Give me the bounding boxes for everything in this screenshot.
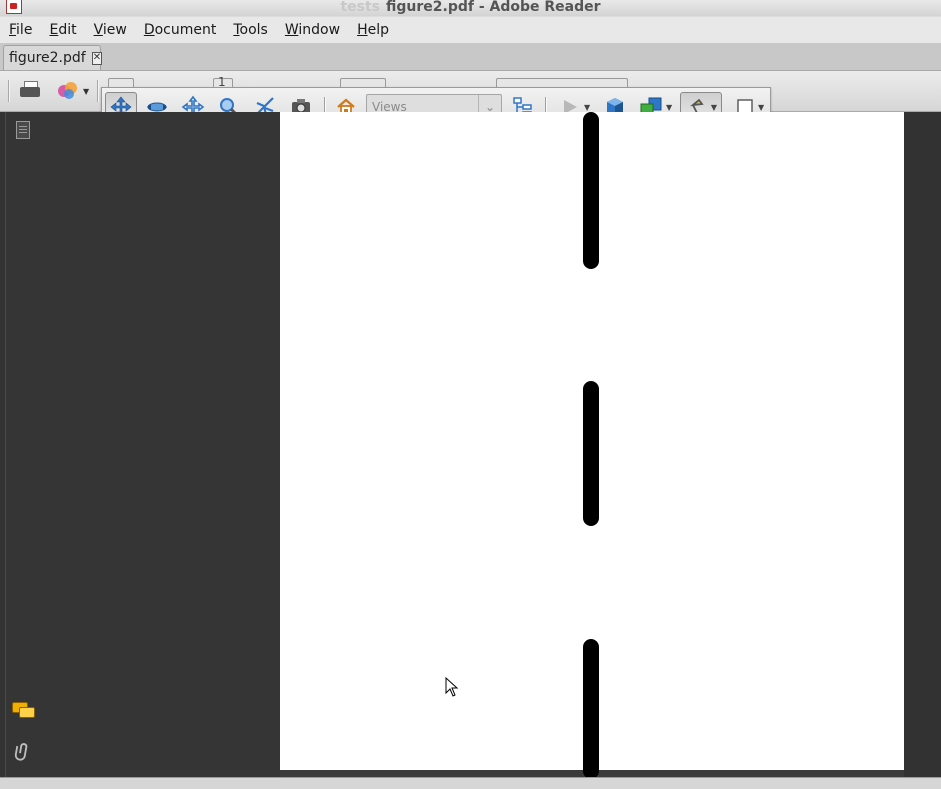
navigation-panel (5, 112, 281, 777)
close-tab-icon[interactable]: ✕ (91, 51, 103, 65)
menu-tools[interactable]: Tools (224, 22, 276, 38)
share-dropdown-icon[interactable]: ▼ (83, 87, 89, 96)
share-icon[interactable] (56, 79, 80, 101)
mouse-cursor-icon (445, 677, 459, 697)
document-viewport[interactable] (280, 112, 941, 779)
viewport-margin (904, 112, 941, 777)
pages-panel-icon[interactable] (12, 120, 34, 142)
adobe-reader-window: tests figure2.pdf - Adobe Reader File Edi… (0, 0, 941, 789)
menu-view[interactable]: View (85, 22, 135, 38)
pdf-page (280, 112, 904, 779)
background-dropdown-icon[interactable]: ▼ (758, 103, 764, 112)
menu-bar: File Edit View Document Tools Window Hel… (0, 17, 941, 43)
figure-line-segment (583, 112, 599, 269)
bottom-border (0, 777, 941, 789)
play-dropdown-icon[interactable]: ▼ (584, 103, 590, 112)
menu-file[interactable]: File (0, 22, 40, 38)
toolbar-grip (8, 80, 10, 102)
figure-line-segment (583, 639, 599, 779)
figure-line-segment (583, 381, 599, 526)
toolbar-separator (97, 80, 99, 102)
tab-label: figure2.pdf (9, 50, 86, 66)
tab-figure2[interactable]: figure2.pdf ✕ (3, 45, 103, 70)
printer-icon[interactable] (18, 79, 42, 101)
menu-window[interactable]: Window (276, 22, 348, 38)
adobe-reader-icon (6, 0, 22, 14)
menu-edit[interactable]: Edit (40, 22, 84, 38)
document-tab-strip: figure2.pdf ✕ (0, 43, 941, 71)
render-dropdown-icon[interactable]: ▼ (666, 103, 672, 112)
title-ghost: tests (340, 0, 380, 15)
title-bar: tests figure2.pdf - Adobe Reader (0, 0, 941, 16)
window-title: figure2.pdf - Adobe Reader (386, 0, 601, 15)
menu-help[interactable]: Help (348, 22, 397, 38)
comments-icon[interactable] (12, 698, 35, 720)
menu-document[interactable]: Document (135, 22, 225, 38)
